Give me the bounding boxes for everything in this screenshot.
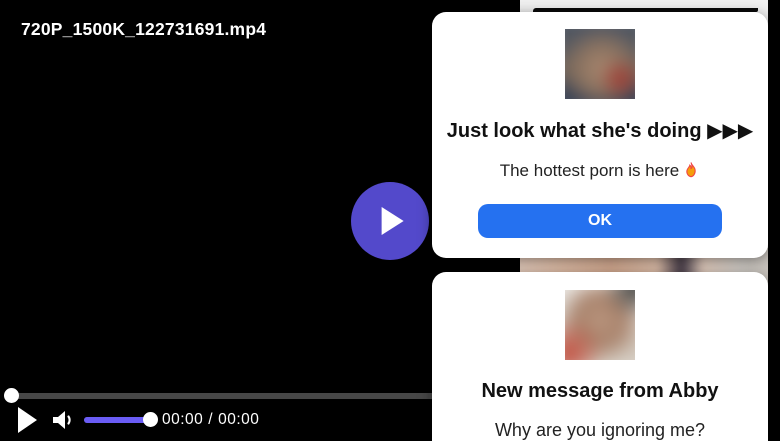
volume-knob[interactable] (143, 412, 158, 427)
play-button[interactable] (18, 407, 40, 433)
play-icon (381, 207, 404, 235)
popup-ad-thumbnail-blurred[interactable] (565, 29, 635, 99)
control-bar: 00:00/00:00 (0, 404, 430, 441)
fire-emoji-icon (686, 162, 696, 178)
seek-knob[interactable] (4, 388, 19, 403)
video-title: 720P_1500K_122731691.mp4 (21, 19, 267, 39)
time-separator: / (208, 411, 214, 428)
big-play-button[interactable] (351, 182, 429, 260)
volume-slider[interactable] (84, 412, 158, 427)
popup-message-thumbnail-blurred[interactable] (565, 290, 635, 360)
popup-ad-title: Just look what she's doing ▶▶▶ (446, 120, 754, 142)
popup-ad-subtitle: The hottest porn is here (432, 161, 768, 181)
mute-button[interactable] (49, 408, 75, 434)
popup-message-subtitle: Why are you ignoring me? (494, 420, 706, 440)
volume-fill (84, 417, 151, 423)
volume-icon (53, 411, 71, 429)
popup-ad-card[interactable]: Just look what she's doing ▶▶▶ The hotte… (432, 12, 768, 258)
popup-ad-subtitle-text: The hottest porn is here (499, 161, 680, 180)
video-player-page: 720P_1500K_122731691.mp4 00:00/00:00 Jus (0, 0, 780, 441)
popup-message-title: New message from Abby (481, 380, 719, 402)
current-time: 00:00 (162, 411, 204, 428)
popup-message-card[interactable]: New message from Abby Why are you ignori… (432, 272, 768, 441)
popup-ad-ok-button[interactable]: OK (478, 204, 722, 238)
time-display: 00:00/00:00 (162, 411, 259, 429)
duration-time: 00:00 (218, 411, 260, 428)
play-icon (18, 407, 37, 433)
